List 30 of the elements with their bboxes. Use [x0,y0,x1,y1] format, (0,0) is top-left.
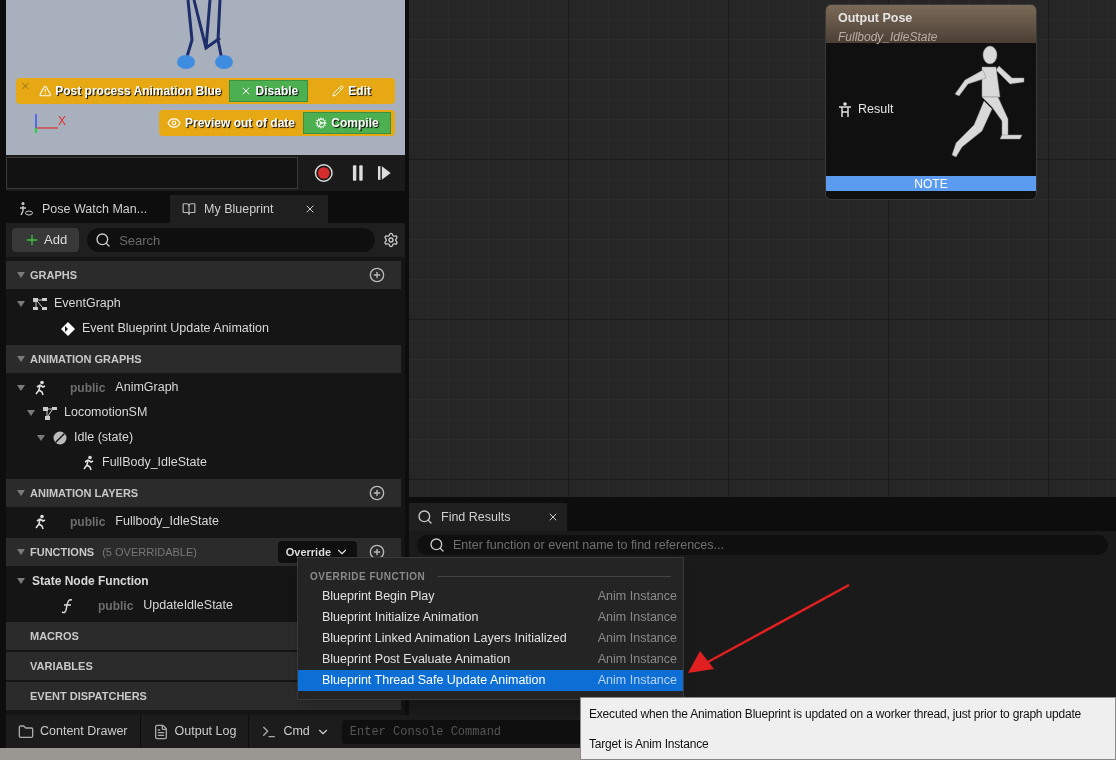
section-title: GRAPHS [30,267,78,283]
tooltip-text: Target is Anim Instance [589,735,710,753]
target-class: Anim Instance [597,588,677,606]
section-title: MACROS [30,628,79,644]
node-title: Output Pose [838,10,914,27]
tab-label: My Blueprint [204,200,274,218]
tab-label: Pose Watch Man... [42,200,148,218]
function-name: Blueprint Begin Play [322,588,435,606]
notification-text: Post process Animation Blue [55,83,223,100]
tab-label: Find Results [441,508,511,526]
section-subtitle: (5 OVERRIDABLE) [102,544,197,560]
node-subtitle: Fullbody_IdleState [838,28,939,46]
section-title: VARIABLES [30,658,93,674]
section-title: ANIMATION LAYERS [30,485,139,501]
notification-text: Preview out of date [184,115,296,132]
node-footer: NOTE [826,176,1036,191]
section-title: ANIMATION GRAPHS [30,351,142,367]
target-class: Anim Instance [597,672,677,690]
pin-label: Result [858,101,894,119]
axis-label: X [58,113,66,130]
access-label: public [70,513,106,531]
tooltip-text: Executed when the Animation Blueprint is updated on a worker thread, just prior to graph update [589,705,1082,723]
target-class: Anim Instance [597,651,677,669]
access-label: public [70,379,106,397]
section-title: EVENT DISPATCHERS [30,688,147,704]
access-label: public [98,597,134,615]
menu-header: OVERRIDE FUNCTION [310,569,426,584]
target-class: Anim Instance [597,609,677,627]
section-title: FUNCTIONS [30,544,95,560]
target-class: Anim Instance [597,630,677,648]
